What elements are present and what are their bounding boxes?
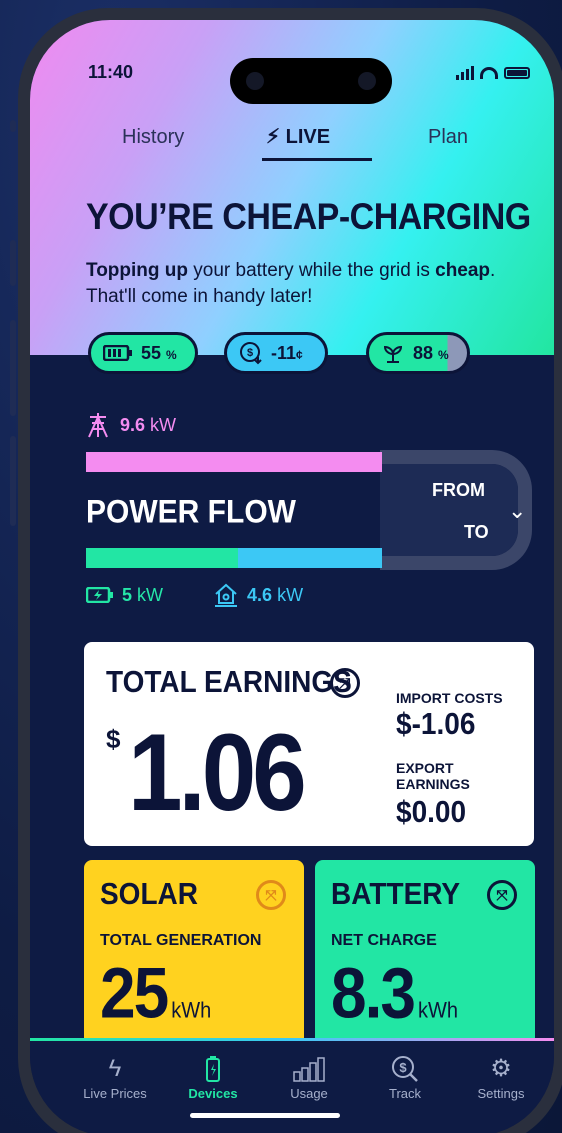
battery-pill-value: 55 % (141, 342, 177, 363)
nav-devices[interactable]: Devices (168, 1052, 258, 1101)
home-flow-bar (238, 548, 382, 568)
hero-text-1: your battery while the grid is (188, 260, 436, 281)
battery-flow-bar (86, 548, 238, 568)
tab-plan[interactable]: Plan (428, 126, 468, 149)
battery-power-reading: 5 kW (86, 582, 163, 608)
battery-device-icon (168, 1052, 258, 1086)
tab-live-label: LIVE (285, 126, 331, 148)
solar-card[interactable]: SOLAR ⤧ TOTAL GENERATION 25 kWh (84, 860, 304, 1060)
status-pills: 55 % $ -11¢ 88 % (88, 332, 488, 376)
page-title: YOU’RE CHEAP-CHARGING (86, 196, 531, 238)
battery-card[interactable]: BATTERY ⤧ NET CHARGE 8.3 kWh (315, 860, 535, 1060)
hero-text-bold-2: cheap (435, 260, 491, 281)
battery-title: BATTERY (331, 876, 461, 911)
bolt-icon: ⚡︎ (266, 126, 281, 148)
solar-subtitle: TOTAL GENERATION (100, 932, 262, 949)
phone-side-button (10, 436, 16, 526)
earnings-total: 1.06 (128, 710, 307, 834)
wifi-icon (480, 67, 498, 79)
hero-text-bold-1: Topping up (86, 260, 188, 281)
bar-chart-icon (264, 1052, 354, 1086)
battery-power-value: 5 (122, 584, 133, 605)
svg-text:$: $ (399, 1060, 407, 1075)
battery-status-icon (504, 67, 530, 79)
nav-track[interactable]: $ Track (360, 1052, 450, 1101)
bolt-outline-icon: ϟ (108, 1055, 122, 1082)
home-power-reading: 4.6 kW (213, 582, 303, 608)
dollar-search-icon: $ (360, 1052, 450, 1086)
battery-icon (103, 345, 132, 361)
price-pill[interactable]: $ -11¢ (224, 332, 328, 374)
phone-volume-up (10, 240, 16, 286)
expand-icon[interactable]: ⤧ (487, 880, 517, 910)
green-pill-value: 88 % (413, 342, 449, 363)
grid-flow-bar (86, 452, 382, 472)
nav-usage-label: Usage (290, 1086, 328, 1101)
nav-settings-label: Settings (477, 1086, 525, 1101)
earnings-currency: $ (106, 724, 121, 754)
power-tower-icon (88, 413, 108, 438)
nav-settings[interactable]: ⚙ Settings (456, 1052, 546, 1101)
nav-divider (30, 1038, 554, 1041)
battery-subtitle: NET CHARGE (331, 932, 437, 949)
export-earnings-value: $0.00 (396, 794, 467, 829)
home-icon (215, 583, 238, 607)
export-earnings-label: EXPORT EARNINGS (396, 760, 470, 792)
import-costs-value: $-1.06 (396, 706, 476, 741)
sensor-icon (358, 72, 376, 90)
nav-usage[interactable]: Usage (264, 1052, 354, 1101)
chevron-down-icon[interactable]: ⌄ (508, 498, 526, 524)
phone-volume-down (10, 320, 16, 416)
view-tabs: History ⚡︎ LIVE Plan (30, 118, 554, 162)
solar-value: 25 kWh (100, 952, 212, 1034)
status-bar: 11:40 (30, 58, 554, 104)
power-flow-title: POWER FLOW (86, 494, 296, 531)
dollar-down-icon: $ (240, 342, 262, 365)
signal-icon (456, 66, 474, 80)
hero-description: Topping up your battery while the grid i… (86, 258, 506, 310)
nav-live-prices[interactable]: ϟ Live Prices (70, 1052, 160, 1101)
plant-icon (383, 345, 403, 363)
home-power-value: 4.6 (247, 584, 273, 605)
tab-live[interactable]: ⚡︎ LIVE (266, 124, 330, 149)
svg-text:$: $ (247, 347, 253, 359)
nav-track-label: Track (388, 1086, 422, 1101)
nav-devices-label: Devices (188, 1086, 238, 1101)
earnings-title: TOTAL EARNINGS (106, 664, 352, 699)
battery-power-unit: kW (137, 584, 164, 605)
grid-power-reading: 9.6 kW (86, 412, 176, 438)
home-indicator[interactable] (190, 1113, 340, 1118)
earnings-card[interactable]: TOTAL EARNINGS ⤧ $ 1.06 IMPORT COSTS $-1… (84, 642, 534, 846)
battery-level-pill[interactable]: 55 % (88, 332, 198, 374)
gear-icon: ⚙ (490, 1055, 512, 1082)
grid-power-unit: kW (150, 414, 177, 435)
nav-live-prices-label: Live Prices (83, 1086, 147, 1101)
battery-value: 8.3 kWh (331, 952, 458, 1034)
import-costs-label: IMPORT COSTS (396, 690, 503, 706)
power-flow-track-inner (380, 464, 518, 556)
home-power-unit: kW (277, 584, 304, 605)
expand-icon[interactable]: ⤧ (256, 880, 286, 910)
bottom-nav: ϟ Live Prices Devices Usage $ Track ⚙ Se… (30, 1038, 554, 1133)
tab-history[interactable]: History (122, 126, 184, 149)
phone-frame: 11:40 History ⚡︎ LIVE Plan YOU’RE CHEAP-… (18, 8, 562, 1133)
flow-from-label: FROM (432, 480, 485, 500)
app-screen: 11:40 History ⚡︎ LIVE Plan YOU’RE CHEAP-… (30, 20, 554, 1133)
expand-icon[interactable]: ⤧ (330, 668, 360, 698)
flow-to-label: TO (464, 522, 489, 542)
green-energy-pill[interactable]: 88 % (366, 332, 470, 374)
status-time: 11:40 (88, 62, 134, 82)
phone-action-button (10, 120, 16, 132)
battery-charging-icon (86, 587, 113, 603)
dynamic-island (230, 58, 392, 104)
solar-title: SOLAR (100, 876, 198, 911)
price-pill-value: -11¢ (271, 342, 303, 363)
status-icons (456, 66, 530, 80)
power-flow-destinations: 5 kW 4.6 kW (86, 582, 303, 608)
camera-icon (246, 72, 264, 90)
tab-underline (262, 158, 372, 161)
grid-power-value: 9.6 (120, 414, 146, 435)
